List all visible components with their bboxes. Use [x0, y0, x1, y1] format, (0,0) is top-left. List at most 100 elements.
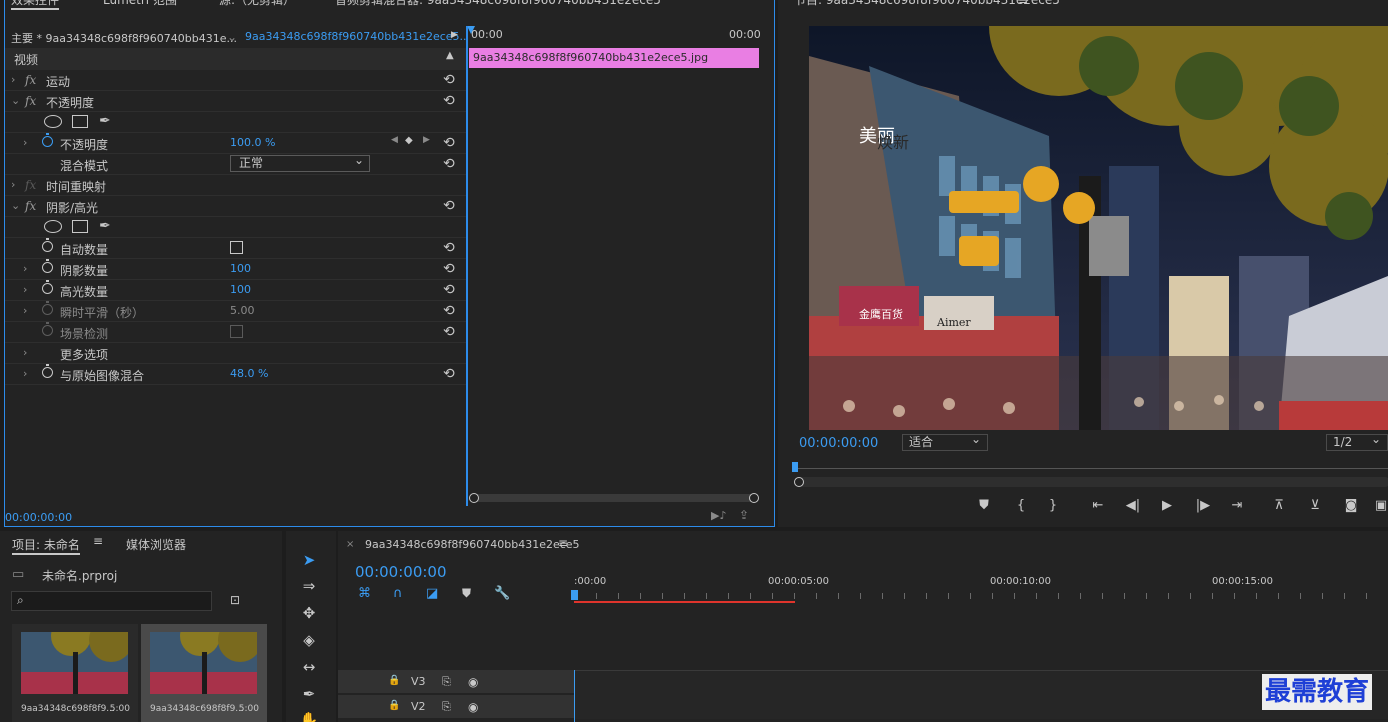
blend-mode-select[interactable]: 正常 — [230, 153, 370, 172]
tab-media-browser[interactable]: 媒体浏览器 — [126, 536, 186, 553]
zoom-handle[interactable] — [794, 477, 804, 487]
fit-select[interactable]: 适合 — [902, 432, 988, 451]
eye-icon[interactable]: ◉ — [468, 675, 478, 689]
rectangle-mask-icon[interactable] — [72, 220, 88, 233]
chevron-right-icon[interactable]: › — [23, 346, 27, 359]
fx-icon[interactable]: fx — [25, 73, 36, 87]
track-header-v3[interactable]: 🔒 V3 ⎘ ◉ — [338, 670, 574, 694]
ripple-edit-tool-icon[interactable]: ✥ — [296, 602, 322, 624]
reset-icon[interactable]: ⟲ — [443, 199, 459, 213]
reset-icon[interactable]: ⟲ — [443, 283, 459, 297]
work-area-bar[interactable] — [574, 601, 795, 603]
stopwatch-icon[interactable] — [42, 259, 53, 273]
playhead-icon[interactable] — [571, 590, 578, 600]
resolution-select[interactable]: 1/2 — [1326, 432, 1388, 451]
reset-icon[interactable]: ⟲ — [443, 325, 459, 339]
ellipse-mask-icon[interactable] — [44, 115, 62, 128]
prev-keyframe-icon[interactable]: ◀ — [391, 135, 398, 145]
opacity-value[interactable]: 100.0 % — [230, 136, 275, 149]
chevron-down-icon[interactable]: ⌄ — [227, 30, 237, 44]
track-header-v2[interactable]: 🔒 V2 ⎘ ◉ — [338, 695, 574, 719]
step-forward-icon[interactable]: |▶ — [1192, 498, 1214, 513]
highlight-amount-value[interactable]: 100 — [230, 283, 251, 296]
property-row-more-options[interactable]: › 更多选项 — [5, 343, 466, 364]
linked-selection-icon[interactable]: ◪ — [426, 586, 438, 601]
effect-row-opacity[interactable]: ⌄ fx 不透明度 ⟲ — [5, 91, 466, 112]
reset-icon[interactable]: ⟲ — [443, 73, 459, 87]
chevron-down-icon[interactable]: ⌄ — [11, 199, 20, 212]
timeline-ruler[interactable]: :00:00 00:00:05:00 00:00:10:00 00:00:15:… — [571, 571, 1388, 605]
chevron-right-icon[interactable]: › — [23, 283, 27, 296]
add-marker-icon[interactable]: ⛊ — [462, 586, 471, 601]
timeline-timecode[interactable]: 00:00:00:00 — [355, 563, 447, 581]
stopwatch-icon[interactable] — [42, 280, 53, 294]
pen-mask-icon[interactable]: ✒ — [99, 113, 111, 129]
panel-menu-icon[interactable]: ≡ — [1018, 0, 1028, 7]
tab-lumetri-scopes[interactable]: Lumetri 范围 — [103, 0, 177, 8]
reset-icon[interactable]: ⟲ — [443, 136, 459, 150]
eye-icon[interactable]: ◉ — [468, 700, 478, 714]
blend-original-value[interactable]: 48.0 % — [230, 367, 268, 380]
extract-icon[interactable]: ⊻ — [1304, 498, 1326, 513]
effect-row-motion[interactable]: › fx 运动 ⟲ — [5, 70, 466, 91]
pen-tool-icon[interactable]: ✒ — [296, 683, 322, 705]
collapse-up-icon[interactable]: ▲ — [446, 50, 454, 61]
chevron-right-icon[interactable]: › — [23, 262, 27, 275]
panel-menu-icon[interactable]: ≡ — [93, 534, 103, 548]
mark-in-icon[interactable]: { — [1010, 498, 1032, 513]
close-icon[interactable]: × — [346, 539, 354, 550]
stopwatch-icon[interactable] — [42, 133, 53, 147]
fx-icon[interactable]: fx — [25, 199, 36, 213]
zoom-scrollbar[interactable] — [794, 477, 1388, 487]
selection-tool-icon[interactable]: ➤ — [296, 549, 322, 571]
lock-icon[interactable]: 🔒 — [388, 675, 400, 686]
rectangle-mask-icon[interactable] — [72, 115, 88, 128]
chevron-right-icon[interactable]: › — [11, 178, 15, 191]
search-input[interactable]: ⌕ — [11, 591, 212, 611]
ellipse-mask-icon[interactable] — [44, 220, 62, 233]
export-icon[interactable]: ⇪ — [739, 508, 749, 522]
chevron-down-icon[interactable]: ⌄ — [11, 94, 20, 107]
project-item[interactable]: 9aa34348c698f8f9... 5:00 — [12, 624, 138, 722]
program-timecode[interactable]: 00:00:00:00 — [799, 436, 878, 451]
new-search-bin-icon[interactable]: ⊡ — [230, 593, 240, 607]
sequence-clip-label[interactable]: 9aa34348c698f8f960740bb431e2ece5... — [245, 30, 470, 43]
panel-menu-icon[interactable]: ≡ — [558, 536, 568, 550]
track-select-tool-icon[interactable]: ⇒ — [296, 575, 322, 597]
pen-mask-icon[interactable]: ✒ — [99, 218, 111, 234]
nest-icon[interactable]: ⌘ — [358, 586, 371, 601]
lock-icon[interactable]: 🔒 — [388, 700, 400, 711]
chevron-right-icon[interactable]: › — [23, 367, 27, 380]
master-clip-label[interactable]: 主要 * 9aa34348c698f8f960740bb431e... — [11, 30, 237, 46]
auto-amount-checkbox[interactable] — [230, 241, 243, 254]
sync-lock-icon[interactable]: ⎘ — [442, 700, 451, 714]
program-scrubber[interactable] — [792, 460, 1388, 487]
chevron-right-icon[interactable]: › — [23, 304, 27, 317]
reset-icon[interactable]: ⟲ — [443, 241, 459, 255]
playhead-icon[interactable] — [792, 462, 798, 472]
tab-audio-clip-mixer[interactable]: 音频剪辑混合器: 9aa34348c698f8f960740bb431e2ece… — [335, 0, 661, 8]
step-back-icon[interactable]: ◀| — [1122, 498, 1144, 513]
effect-row-time-remap[interactable]: › fx 时间重映射 — [5, 175, 466, 196]
tab-project[interactable]: 项目: 未命名 — [12, 536, 80, 555]
hand-tool-icon[interactable]: ✋ — [296, 709, 322, 722]
sync-lock-icon[interactable]: ⎘ — [442, 675, 451, 689]
play-icon[interactable]: ▶ — [1156, 498, 1178, 513]
project-item-selected[interactable]: 9aa34348c698f8f9... 5:00 — [141, 624, 267, 722]
chevron-right-icon[interactable]: › — [11, 73, 15, 86]
razor-tool-icon[interactable]: ◈ — [296, 629, 322, 651]
stopwatch-icon[interactable] — [42, 238, 53, 252]
camera-icon[interactable]: ◙ — [1340, 498, 1362, 513]
audio-output-icon[interactable]: ▶♪ — [711, 509, 726, 522]
marker-icon[interactable]: ⛊ — [973, 498, 995, 513]
go-to-in-icon[interactable]: ⇤ — [1087, 498, 1109, 513]
slip-tool-icon[interactable]: ↔ — [296, 656, 322, 678]
reset-icon[interactable]: ⟲ — [443, 94, 459, 108]
sequence-tab[interactable]: 9aa34348c698f8f960740bb431e2ece5 — [365, 538, 580, 551]
reset-icon[interactable]: ⟲ — [443, 157, 459, 171]
add-keyframe-icon[interactable]: ◆ — [405, 135, 413, 146]
keyframe-ruler[interactable]: 00:00 00:00 — [467, 26, 774, 48]
tab-source[interactable]: 源:（无剪辑） — [219, 0, 295, 8]
reset-icon[interactable]: ⟲ — [443, 262, 459, 276]
zoom-scrollbar[interactable] — [469, 493, 759, 503]
